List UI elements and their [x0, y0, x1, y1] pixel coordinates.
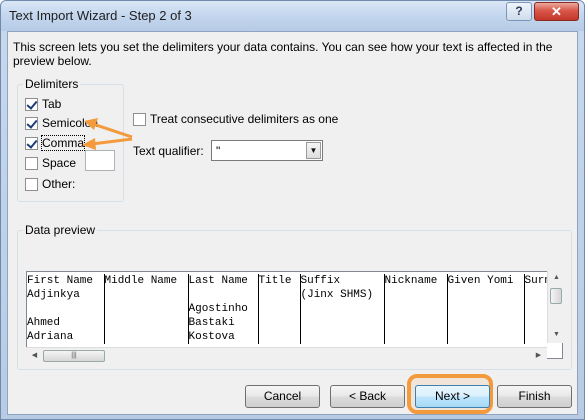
other-delimiter-input[interactable] [85, 150, 115, 171]
preview-row: Adriana Kostova [27, 330, 554, 344]
comma-label: Comma [40, 135, 86, 151]
preview-cell: Agostinho [188, 302, 259, 316]
preview-row: Agostinho [27, 302, 554, 316]
preview-cell: (Jinx SHMS) [300, 288, 385, 302]
semicolon-option[interactable]: Semicolon [25, 115, 98, 131]
treat-consecutive-checkbox[interactable] [133, 112, 146, 126]
text-qualifier-label: Text qualifier: [133, 144, 204, 158]
tab-label: Tab [42, 97, 62, 111]
tab-option[interactable]: Tab [25, 96, 61, 112]
scroll-up-icon[interactable]: ▲ [548, 274, 565, 281]
text-import-wizard-window: Text Import Wizard - Step 2 of 3 ? ✕ Thi… [0, 0, 585, 420]
preview-cell [384, 302, 448, 316]
scroll-left-icon[interactable]: ◀ [26, 351, 43, 359]
space-label: Space [42, 156, 77, 170]
preview-cell [384, 330, 448, 344]
text-qualifier-value: " [216, 144, 221, 158]
preview-cell: Given Yomi [447, 274, 525, 288]
treat-consecutive-label: Treat consecutive delimiters as one [150, 112, 339, 126]
dialog-body: This screen lets you set the delimiters … [7, 31, 578, 415]
data-preview-legend: Data preview [23, 223, 98, 237]
preview-cell: Suffix [300, 274, 385, 288]
scroll-down-icon[interactable]: ▼ [548, 331, 565, 338]
preview-cell: Last Name [188, 274, 259, 288]
space-checkbox[interactable] [25, 156, 38, 170]
semicolon-checkbox[interactable] [25, 116, 38, 130]
cancel-button[interactable]: Cancel [245, 385, 320, 408]
tab-checkbox[interactable] [25, 97, 38, 111]
preview-cell [258, 330, 301, 344]
other-label: Other: [42, 177, 76, 191]
preview-cell [447, 330, 525, 344]
preview-horizontal-scrollbar[interactable]: ◀ ||| ▶ [26, 347, 547, 364]
semicolon-label: Semicolon [42, 116, 99, 130]
preview-cell [447, 302, 525, 316]
preview-row: Ahmed Bastaki [27, 316, 554, 330]
preview-cell [104, 330, 189, 344]
preview-cell [300, 316, 385, 330]
preview-cell: Bastaki [188, 316, 259, 330]
scroll-right-icon[interactable]: ▶ [530, 351, 547, 359]
preview-cell [447, 316, 525, 330]
window-title: Text Import Wizard - Step 2 of 3 [9, 8, 192, 23]
preview-cell [104, 302, 189, 316]
text-qualifier-select[interactable]: " ▼ [211, 140, 323, 161]
help-button[interactable]: ? [506, 2, 532, 21]
preview-cell: Kostova [188, 330, 259, 344]
preview-cell: Adriana [27, 330, 105, 344]
preview-cell [104, 288, 189, 302]
horizontal-scroll-thumb[interactable]: ||| [43, 350, 105, 362]
preview-cell: Nickname [384, 274, 448, 288]
preview-cell [384, 288, 448, 302]
data-preview-grid[interactable]: First Name Middle Name Last Name Title S… [26, 271, 563, 359]
next-button[interactable]: Next > [415, 385, 490, 408]
preview-vertical-scrollbar[interactable]: ▲ ▼ [547, 271, 564, 343]
preview-cell: Ahmed [27, 316, 105, 330]
preview-cell [258, 288, 301, 302]
preview-header-row: First Name Middle Name Last Name Title S… [27, 274, 554, 288]
preview-cell: Adjinkya [27, 288, 105, 302]
preview-cell [104, 316, 189, 330]
space-option[interactable]: Space [25, 155, 76, 171]
other-checkbox[interactable] [25, 177, 38, 191]
preview-cell: Title [258, 274, 301, 288]
finish-button[interactable]: Finish [497, 385, 572, 408]
preview-row: Adjinkya (Jinx SHMS) [27, 288, 554, 302]
preview-cell: First Name [27, 274, 105, 288]
preview-cell [384, 316, 448, 330]
preview-cell [300, 330, 385, 344]
comma-option[interactable]: Comma [25, 135, 86, 151]
preview-cell [300, 302, 385, 316]
preview-cell: Middle Name [104, 274, 189, 288]
preview-cell [258, 302, 301, 316]
back-button[interactable]: < Back [330, 385, 405, 408]
title-bar: Text Import Wizard - Step 2 of 3 ? ✕ [1, 1, 584, 31]
comma-checkbox[interactable] [25, 136, 38, 150]
close-button[interactable]: ✕ [534, 2, 579, 21]
intro-text: This screen lets you set the delimiters … [13, 40, 553, 68]
preview-cell [258, 316, 301, 330]
preview-table: First Name Middle Name Last Name Title S… [27, 274, 554, 344]
chevron-down-icon[interactable]: ▼ [306, 142, 321, 159]
vertical-scroll-thumb[interactable] [550, 288, 562, 304]
delimiters-group: Delimiters Tab Semicolon Comma Space Oth… [17, 77, 124, 202]
preview-cell [27, 302, 105, 316]
preview-cell [447, 288, 525, 302]
other-option[interactable]: Other: [25, 176, 75, 192]
preview-cell [188, 288, 259, 302]
treat-consecutive-option[interactable]: Treat consecutive delimiters as one [133, 112, 338, 126]
delimiters-legend: Delimiters [23, 77, 81, 91]
